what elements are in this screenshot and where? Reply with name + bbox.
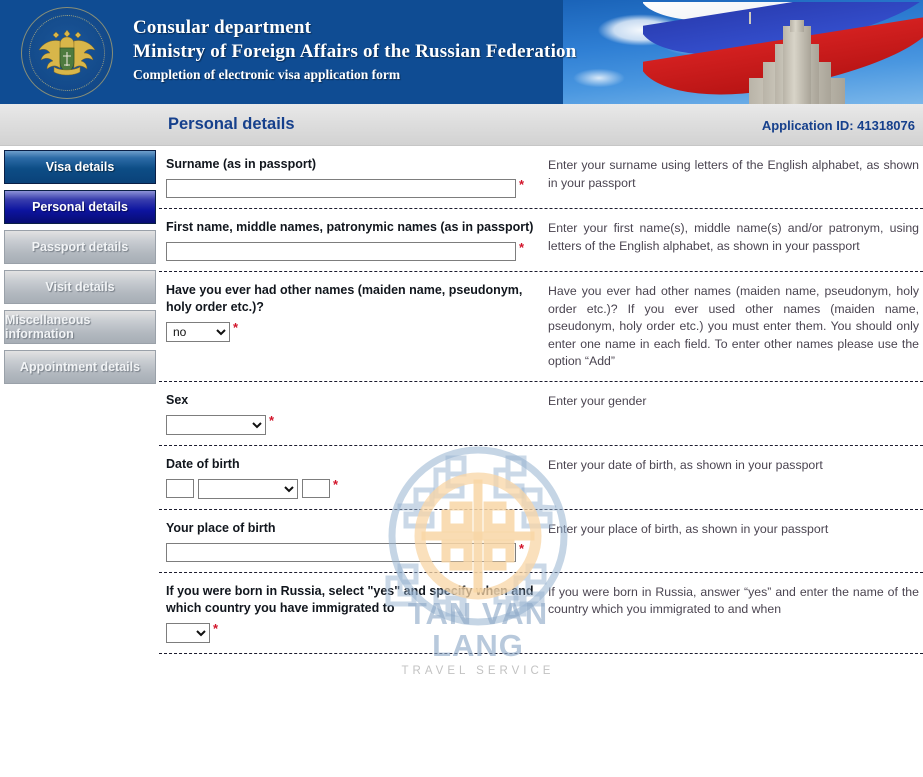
field-label: If you were born in Russia, select "yes"…: [166, 583, 534, 615]
header-line-3: Completion of electronic visa applicatio…: [133, 67, 401, 82]
field-help-text: Enter your date of birth, as shown in yo…: [548, 457, 823, 472]
sidebar-nav: Visa details Personal details Passport d…: [4, 150, 156, 390]
application-id: Application ID: 41318076: [761, 118, 915, 133]
first-name-input[interactable]: [166, 242, 516, 261]
mfa-building-photo: [563, 0, 923, 104]
required-marker: *: [269, 412, 275, 428]
required-marker: *: [519, 540, 525, 556]
sex-select[interactable]: [166, 414, 266, 435]
sidebar-item-miscellaneous-information: Miscellaneous information: [4, 310, 156, 344]
sidebar-item-label: Visit details: [45, 280, 115, 294]
field-place-of-birth: Your place of birth *: [159, 520, 548, 562]
field-label: Surname (as in passport): [166, 157, 317, 171]
field-help-text: Enter your gender: [548, 393, 647, 408]
required-marker: *: [213, 620, 219, 636]
page-title: Personal details: [168, 115, 295, 133]
page-title-bar: Personal details Application ID: 4131807…: [0, 104, 923, 146]
field-first-name: First name, middle names, patronymic nam…: [159, 219, 548, 261]
form-row-date-of-birth: Date of birth * Enter your date of birth…: [159, 446, 923, 510]
place-of-birth-input[interactable]: [166, 542, 516, 562]
form-row-surname: Surname (as in passport) * Enter your su…: [159, 146, 923, 209]
field-other-names: Have you ever had other names (maiden na…: [159, 282, 548, 371]
field-label: Sex: [166, 392, 189, 407]
field-help-text: Enter your surname using letters of the …: [548, 158, 919, 190]
field-born-in-russia: If you were born in Russia, select "yes"…: [159, 583, 548, 643]
form-row-place-of-birth: Your place of birth * Enter your place o…: [159, 510, 923, 573]
required-marker: *: [333, 476, 339, 492]
header-line-1: Consular department: [133, 17, 312, 38]
field-date-of-birth: Date of birth *: [159, 456, 548, 499]
watermark-tagline: TRAVEL SERVICE: [401, 665, 555, 677]
header-line-2: Ministry of Foreign Affairs of the Russi…: [133, 41, 577, 62]
dob-year-input[interactable]: [302, 478, 330, 498]
field-help-text: Enter your first name(s), middle name(s)…: [548, 221, 919, 253]
russian-coat-of-arms-icon: [17, 6, 117, 100]
surname-input[interactable]: [166, 179, 516, 198]
field-label: First name, middle names, patronymic nam…: [166, 220, 534, 234]
required-marker: *: [233, 320, 239, 335]
required-marker: *: [519, 240, 525, 255]
born-in-russia-select[interactable]: [166, 622, 210, 643]
sidebar-item-label: Visa details: [45, 160, 115, 174]
sidebar-item-label: Passport details: [31, 240, 129, 254]
field-help-text: Have you ever had other names (maiden na…: [548, 284, 919, 368]
field-help-text: Enter your place of birth, as shown in y…: [548, 521, 829, 536]
sidebar-item-personal-details[interactable]: Personal details: [4, 190, 156, 224]
mfa-tower-icon: [749, 12, 845, 104]
sidebar-item-visa-details[interactable]: Visa details: [4, 150, 156, 184]
page-body: TAN VAN LANG TRAVEL SERVICE Visa details…: [0, 146, 923, 777]
field-label: Have you ever had other names (maiden na…: [166, 283, 523, 314]
dob-month-select[interactable]: [198, 478, 298, 499]
sidebar-item-label: Miscellaneous information: [5, 313, 91, 341]
visa-application-page: Consular department Ministry of Foreign …: [0, 0, 923, 777]
site-header: Consular department Ministry of Foreign …: [0, 0, 923, 104]
form-row-first-name: First name, middle names, patronymic nam…: [159, 209, 923, 272]
sidebar-item-passport-details: Passport details: [4, 230, 156, 264]
field-surname: Surname (as in passport) *: [159, 156, 548, 198]
field-label: Date of birth: [166, 456, 240, 471]
sidebar-item-appointment-details: Appointment details: [4, 350, 156, 384]
personal-details-form: Surname (as in passport) * Enter your su…: [159, 146, 923, 654]
field-sex: Sex *: [159, 392, 548, 435]
header-titles: Consular department Ministry of Foreign …: [133, 16, 577, 85]
sidebar-item-label: Personal details: [32, 200, 128, 214]
sidebar-item-label: Appointment details: [19, 360, 141, 374]
form-row-born-in-russia: If you were born in Russia, select "yes"…: [159, 573, 923, 654]
required-marker: *: [519, 177, 525, 192]
field-help-text: If you were born in Russia, answer “yes”…: [548, 584, 919, 617]
field-label: Your place of birth: [166, 520, 276, 535]
dob-day-input[interactable]: [166, 478, 194, 498]
other-names-select[interactable]: no: [166, 322, 230, 342]
form-row-sex: Sex * Enter your gender: [159, 382, 923, 446]
form-row-other-names: Have you ever had other names (maiden na…: [159, 272, 923, 382]
sidebar-item-visit-details: Visit details: [4, 270, 156, 304]
